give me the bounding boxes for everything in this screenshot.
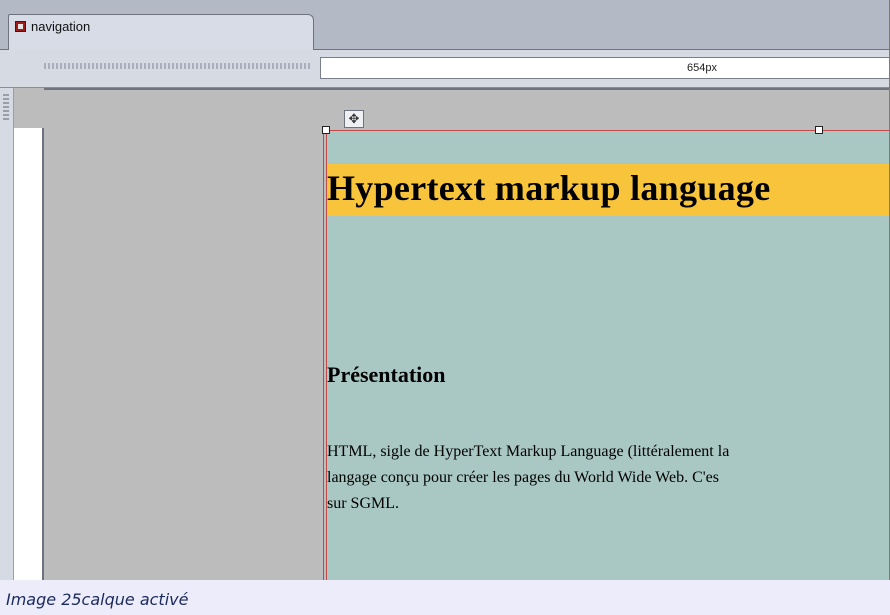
paragraph-line: langage conçu pour créer les pages du Wo…	[327, 469, 719, 486]
tab-navigation[interactable]: navigation	[8, 14, 314, 50]
vertical-ruler	[0, 88, 14, 580]
figure-caption: Image 25calque activé	[6, 590, 189, 609]
paragraph-line: HTML, sigle de HyperText Markup Language…	[327, 443, 730, 460]
width-value: 654px	[687, 62, 717, 74]
paragraph-line: sur SGML.	[327, 495, 400, 512]
active-layer[interactable]: Hypertext markup language Présentation H…	[326, 130, 889, 580]
selection-line	[323, 130, 324, 580]
width-ruler-field[interactable]: 654px	[320, 57, 889, 79]
editor-window: navigation 654px ✥ Hypertext markup lang…	[0, 0, 890, 580]
body-paragraph: HTML, sigle de HyperText Markup Language…	[327, 439, 889, 517]
horizontal-ruler: 654px	[0, 50, 889, 88]
ruler-margin-indicator	[44, 63, 310, 69]
tab-strip: navigation	[0, 0, 889, 50]
document-icon	[15, 21, 26, 32]
page-heading: Hypertext markup language	[327, 168, 771, 208]
move-icon[interactable]: ✥	[344, 110, 364, 128]
resize-handle-top-left[interactable]	[322, 126, 330, 134]
resize-handle-top-center[interactable]	[815, 126, 823, 134]
left-margin-strip	[14, 128, 44, 580]
section-heading: Présentation	[327, 362, 446, 387]
ruler-grip[interactable]	[3, 94, 9, 122]
tab-label: navigation	[31, 19, 91, 34]
